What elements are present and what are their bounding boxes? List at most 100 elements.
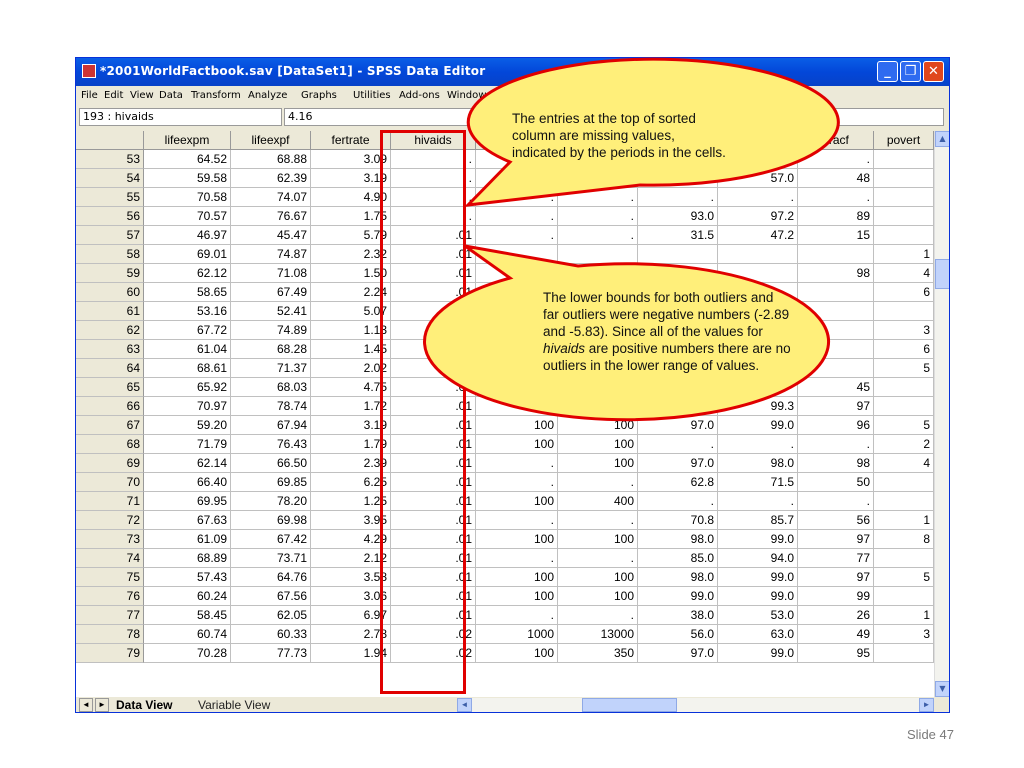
data-cell[interactable]: 3800 bbox=[558, 397, 638, 416]
data-cell[interactable]: 78.74 bbox=[231, 397, 311, 416]
data-cell[interactable]: 1.50 bbox=[311, 264, 391, 283]
data-cell[interactable] bbox=[638, 264, 718, 283]
data-cell[interactable] bbox=[874, 397, 934, 416]
data-cell[interactable]: 65.92 bbox=[144, 378, 231, 397]
data-cell[interactable]: 2.02 bbox=[311, 359, 391, 378]
data-cell[interactable]: 97.0 bbox=[638, 416, 718, 435]
data-cell[interactable]: 100 bbox=[476, 568, 558, 587]
data-cell[interactable]: 1.72 bbox=[311, 397, 391, 416]
data-cell[interactable]: 45.47 bbox=[231, 226, 311, 245]
data-cell[interactable]: 56.0 bbox=[638, 625, 718, 644]
data-cell[interactable]: 56 bbox=[798, 511, 874, 530]
data-cell[interactable]: 62.8 bbox=[638, 473, 718, 492]
data-cell[interactable]: 100 bbox=[476, 416, 558, 435]
data-cell[interactable]: 61.09 bbox=[144, 530, 231, 549]
data-cell[interactable]: 3.58 bbox=[311, 568, 391, 587]
row-number[interactable]: 56 bbox=[76, 207, 144, 226]
data-cell[interactable]: 68.61 bbox=[144, 359, 231, 378]
data-cell[interactable] bbox=[874, 226, 934, 245]
data-cell[interactable]: 3 bbox=[874, 321, 934, 340]
data-cell[interactable]: 69.85 bbox=[231, 473, 311, 492]
data-cell[interactable] bbox=[874, 378, 934, 397]
data-cell[interactable] bbox=[874, 644, 934, 663]
data-cell[interactable]: . bbox=[558, 188, 638, 207]
menu-utilities[interactable]: Utilities bbox=[353, 90, 391, 101]
scroll-right-icon[interactable]: ► bbox=[919, 698, 934, 712]
data-cell[interactable]: 62.39 bbox=[231, 169, 311, 188]
tab-data-view[interactable]: Data View bbox=[116, 698, 172, 712]
row-number[interactable]: 72 bbox=[76, 511, 144, 530]
data-cell[interactable]: 70.58 bbox=[144, 188, 231, 207]
data-cell[interactable]: 49 bbox=[798, 625, 874, 644]
data-cell[interactable]: 62.14 bbox=[144, 454, 231, 473]
data-cell[interactable]: . bbox=[718, 492, 798, 511]
data-cell[interactable]: 2.32 bbox=[311, 245, 391, 264]
row-number[interactable]: 57 bbox=[76, 226, 144, 245]
row-number[interactable]: 53 bbox=[76, 150, 144, 169]
data-cell[interactable]: 48 bbox=[798, 169, 874, 188]
data-cell[interactable]: 1 bbox=[874, 606, 934, 625]
data-cell[interactable]: 5.07 bbox=[311, 302, 391, 321]
tab-prev-icon[interactable]: ◄ bbox=[79, 698, 93, 712]
data-cell[interactable]: 61.04 bbox=[144, 340, 231, 359]
data-cell[interactable]: 98.0 bbox=[638, 397, 718, 416]
data-cell[interactable]: 68.28 bbox=[231, 340, 311, 359]
data-cell[interactable]: 2 bbox=[874, 435, 934, 454]
data-cell[interactable]: 350 bbox=[558, 644, 638, 663]
data-cell[interactable]: 78.20 bbox=[231, 492, 311, 511]
data-cell[interactable]: 4 bbox=[874, 264, 934, 283]
data-cell[interactable]: . bbox=[558, 207, 638, 226]
data-cell[interactable]: 58.65 bbox=[144, 283, 231, 302]
data-cell[interactable]: . bbox=[476, 511, 558, 530]
data-cell[interactable]: 68.89 bbox=[144, 549, 231, 568]
data-cell[interactable]: 67.56 bbox=[231, 587, 311, 606]
menu-file[interactable]: File bbox=[81, 90, 98, 101]
data-cell[interactable]: . bbox=[476, 606, 558, 625]
row-number[interactable]: 60 bbox=[76, 283, 144, 302]
menu-add-ons[interactable]: Add-ons bbox=[399, 90, 440, 101]
data-cell[interactable]: 99.0 bbox=[718, 568, 798, 587]
data-cell[interactable]: 71.5 bbox=[718, 473, 798, 492]
row-number[interactable]: 58 bbox=[76, 245, 144, 264]
row-number[interactable]: 76 bbox=[76, 587, 144, 606]
title-bar[interactable]: *2001WorldFactbook.sav [DataSet1] - SPSS… bbox=[76, 58, 949, 86]
menu-edit[interactable]: Edit bbox=[104, 90, 123, 101]
row-number[interactable]: 67 bbox=[76, 416, 144, 435]
data-cell[interactable]: 1.45 bbox=[311, 340, 391, 359]
data-cell[interactable]: 99.0 bbox=[718, 416, 798, 435]
row-number[interactable]: 63 bbox=[76, 340, 144, 359]
data-cell[interactable]: 1.75 bbox=[311, 207, 391, 226]
data-cell[interactable]: 100 bbox=[558, 530, 638, 549]
column-header[interactable]: lifeexpf bbox=[231, 131, 311, 150]
data-cell[interactable] bbox=[476, 169, 558, 188]
row-number[interactable]: 70 bbox=[76, 473, 144, 492]
row-number[interactable]: 69 bbox=[76, 454, 144, 473]
row-number[interactable]: 79 bbox=[76, 644, 144, 663]
data-cell[interactable]: . bbox=[476, 473, 558, 492]
data-cell[interactable]: 99.3 bbox=[718, 397, 798, 416]
data-cell[interactable]: 66.40 bbox=[144, 473, 231, 492]
data-cell[interactable]: 100 bbox=[476, 644, 558, 663]
row-number[interactable]: 77 bbox=[76, 606, 144, 625]
data-cell[interactable]: 100 bbox=[476, 587, 558, 606]
data-cell[interactable]: 15 bbox=[798, 226, 874, 245]
data-cell[interactable]: 47.2 bbox=[718, 226, 798, 245]
horizontal-scrollbar[interactable]: ◄ ► bbox=[457, 698, 934, 712]
row-number[interactable]: 74 bbox=[76, 549, 144, 568]
data-cell[interactable]: 100 bbox=[558, 435, 638, 454]
data-cell[interactable]: 67.63 bbox=[144, 511, 231, 530]
data-cell[interactable]: 95 bbox=[798, 644, 874, 663]
data-cell[interactable]: 26 bbox=[798, 606, 874, 625]
data-cell[interactable]: 8 bbox=[874, 530, 934, 549]
data-cell[interactable]: 3 bbox=[874, 625, 934, 644]
data-cell[interactable]: 97.0 bbox=[638, 454, 718, 473]
data-cell[interactable]: 98.0 bbox=[638, 530, 718, 549]
data-cell[interactable] bbox=[874, 587, 934, 606]
row-number[interactable]: 64 bbox=[76, 359, 144, 378]
data-cell[interactable] bbox=[638, 169, 718, 188]
data-grid[interactable]: lifeexpm lifeexpf fertrate hivaids eracf pove… bbox=[76, 131, 934, 697]
data-cell[interactable]: 6.25 bbox=[311, 473, 391, 492]
row-number[interactable]: 61 bbox=[76, 302, 144, 321]
data-cell[interactable]: 74.89 bbox=[231, 321, 311, 340]
data-cell[interactable]: 1 bbox=[874, 245, 934, 264]
